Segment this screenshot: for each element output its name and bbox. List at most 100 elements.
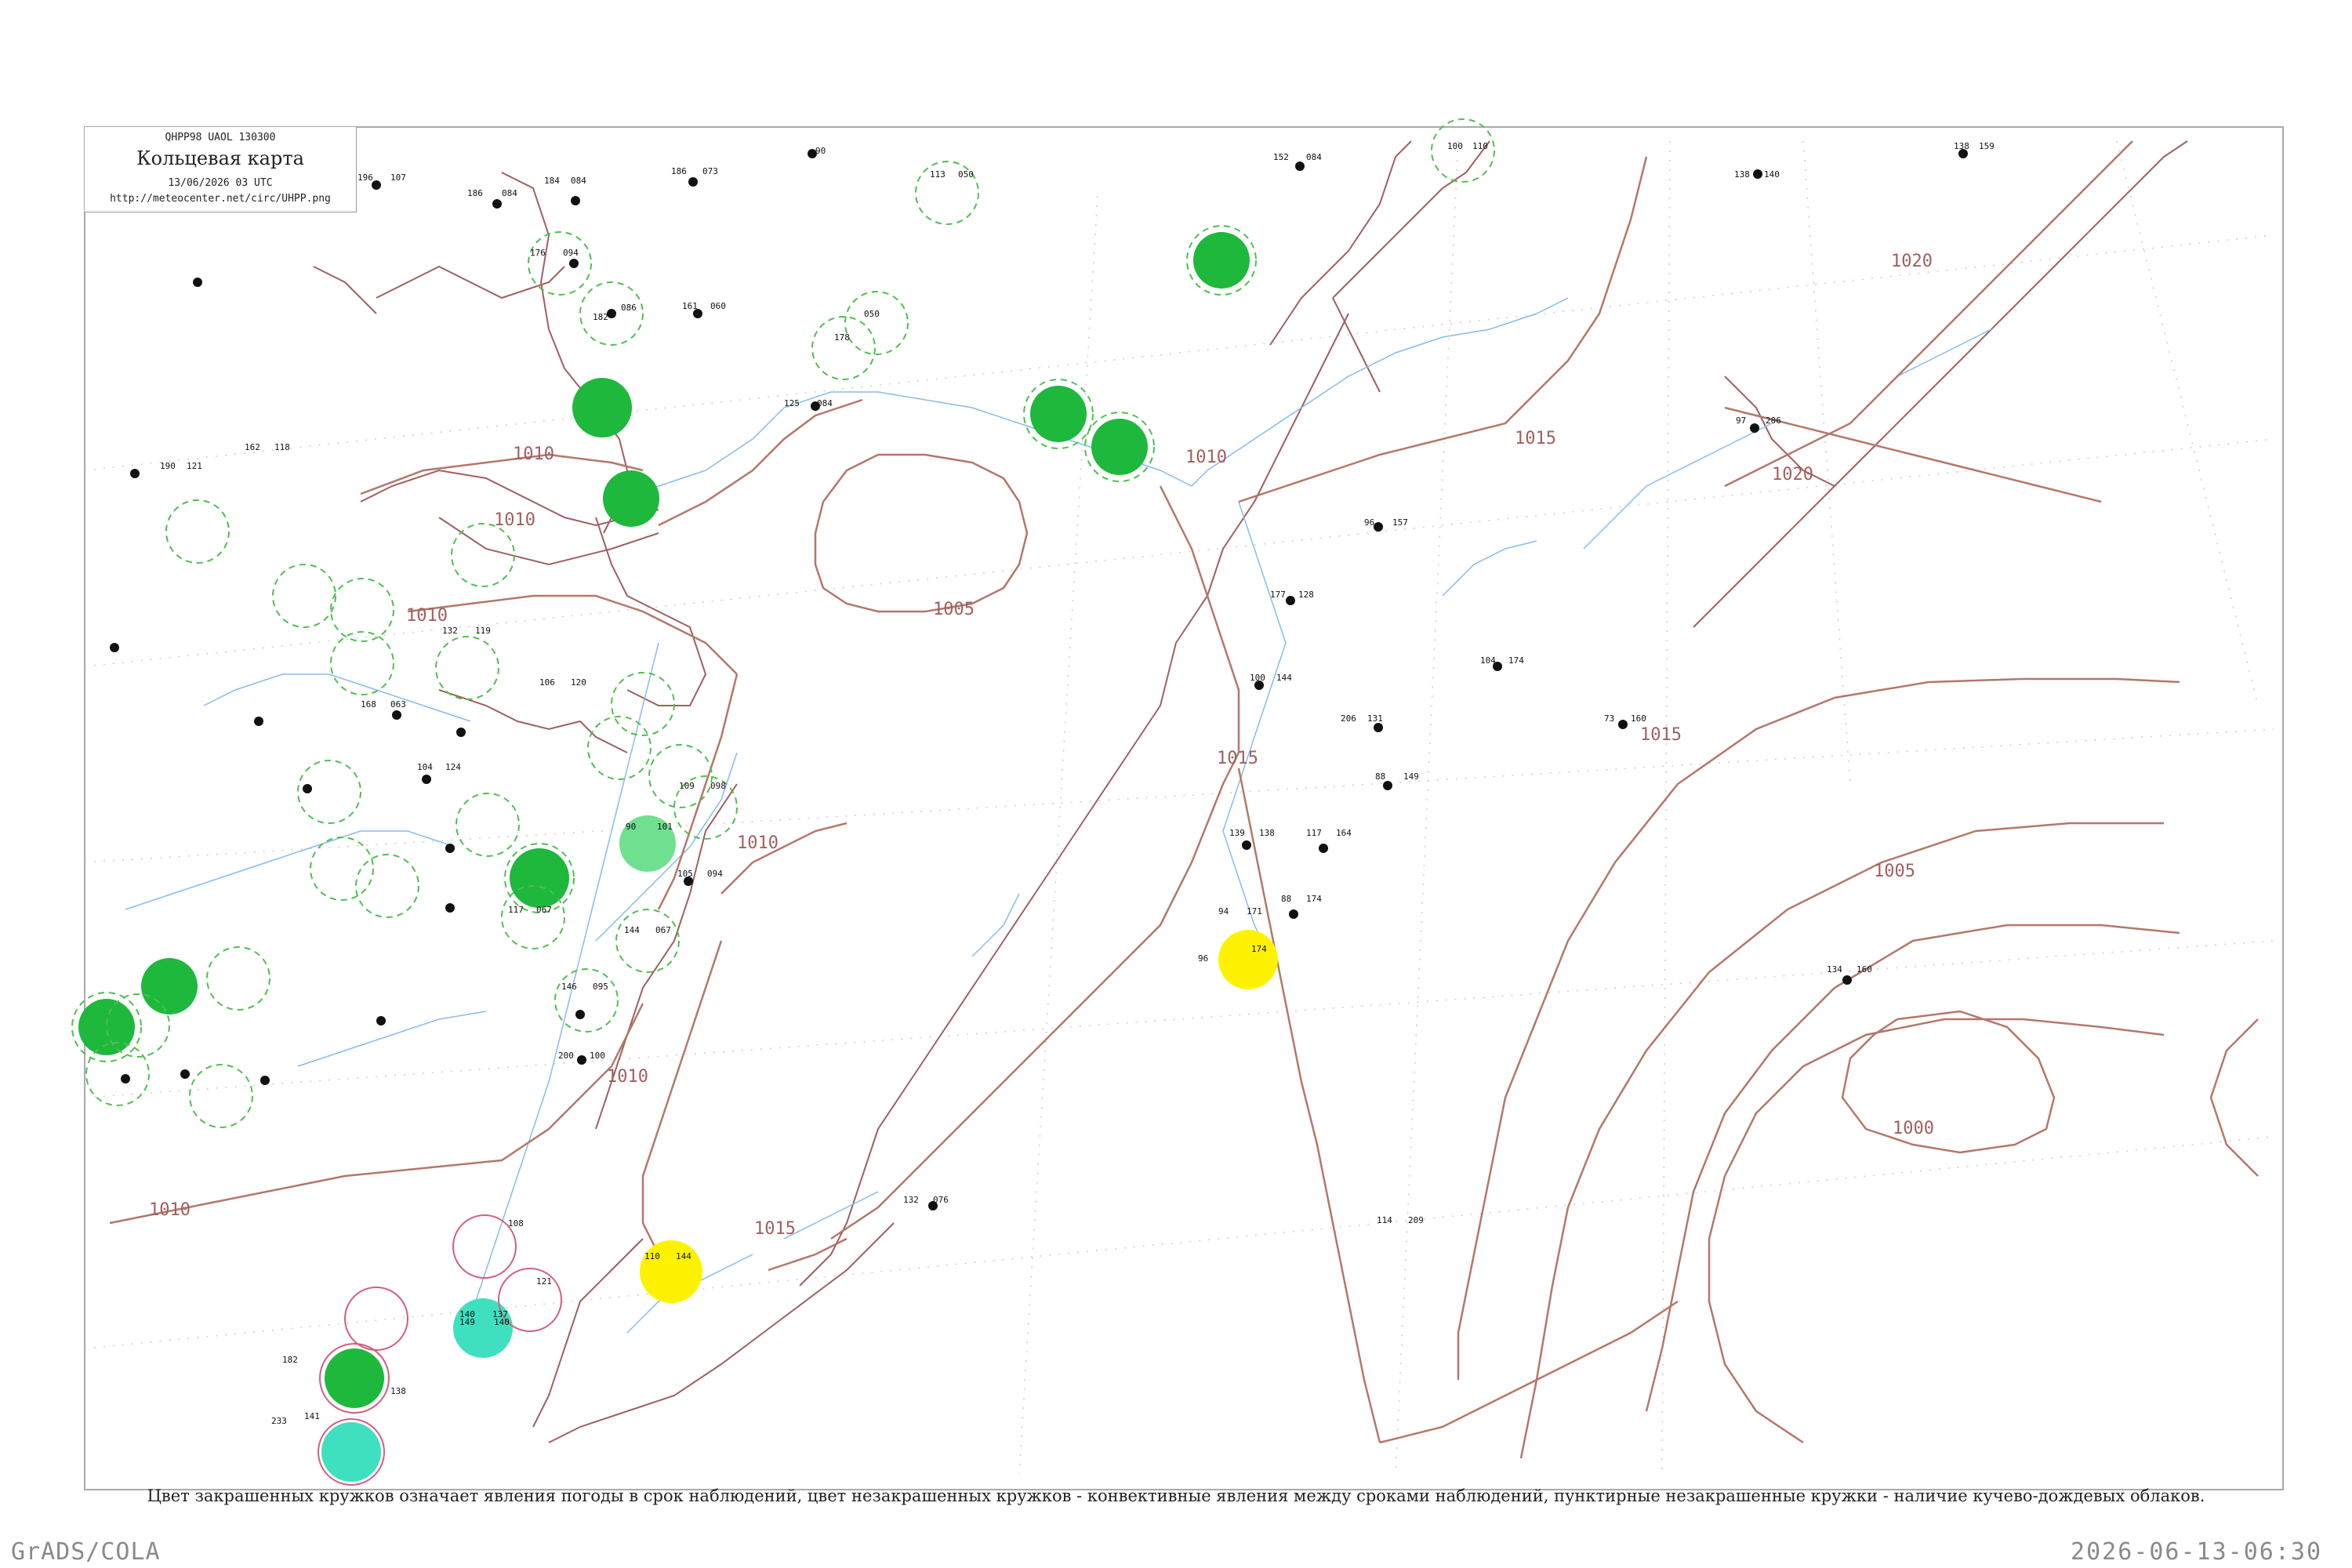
isobar-label: 1015 [1640,725,1682,745]
cb-circle[interactable] [435,636,499,700]
station-press: 110 [1472,141,1488,151]
isobar-label: 1010 [1185,448,1227,467]
station-dot[interactable] [110,643,119,652]
cb-circle[interactable] [451,523,515,587]
cb-circle[interactable] [844,291,909,355]
station-temp: 206 [1341,713,1356,724]
station-dot[interactable] [492,199,502,209]
station-dot[interactable] [121,1074,130,1083]
station-dot[interactable] [180,1069,190,1079]
station-press: 095 [593,982,608,992]
station-press: 160 [1857,964,1872,975]
station-dot[interactable] [1319,844,1328,853]
station-dot[interactable] [260,1076,270,1085]
convective-circle[interactable] [452,1214,517,1279]
station-temp: 200 [558,1051,574,1061]
station-press: 144 [1276,673,1292,683]
source-url[interactable]: http://meteocenter.net/circ/UHPP.png [85,193,356,205]
station-press: 060 [710,301,726,311]
station-circle-green[interactable] [1030,386,1087,442]
station-dot[interactable] [1383,781,1392,790]
station-dot[interactable] [422,775,431,784]
station-temp: 104 [1480,655,1496,666]
station-temp: 182 [593,312,608,322]
convective-circle[interactable] [344,1287,408,1351]
cb-circle[interactable] [206,946,270,1011]
station-dot[interactable] [193,278,202,287]
station-dot[interactable] [1242,840,1251,850]
station-temp: 178 [834,332,850,343]
isobar-label: 1015 [1217,749,1258,768]
station-temp: 100 [1447,141,1463,151]
station-circle-green[interactable] [141,958,198,1014]
isobar-label: 1010 [406,606,448,626]
station-circle-green[interactable] [78,999,135,1055]
station-dot[interactable] [1842,975,1852,985]
station-dot[interactable] [571,196,580,205]
station-press: 160 [1631,713,1646,724]
station-dot[interactable] [303,784,312,793]
station-circle-green[interactable] [325,1348,384,1408]
station-temp: 177 [1270,590,1286,600]
cb-circle[interactable] [615,909,680,973]
station-press: 209 [1408,1215,1424,1225]
station-dot[interactable] [688,177,698,187]
station-circle-green[interactable] [572,378,632,437]
station-temp: 88 [1281,894,1291,904]
station-dot[interactable] [1374,522,1383,532]
station-circle-yellow[interactable] [640,1240,702,1303]
station-press: 138 [390,1386,406,1396]
cb-circle[interactable] [456,793,520,857]
station-circle-cyan[interactable] [453,1298,513,1358]
station-dot[interactable] [376,1016,386,1025]
station-press: 067 [536,905,552,915]
station-dot[interactable] [1295,162,1305,171]
station-temp: 90 [626,822,636,832]
isobar-label: 1010 [737,833,779,853]
cb-circle[interactable] [355,854,419,918]
station-temp: 125 [784,398,800,408]
station-temp: 144 [624,925,640,935]
station-dot[interactable] [254,717,263,726]
station-circle-green[interactable] [1091,419,1148,475]
cb-circle[interactable] [189,1064,253,1128]
station-circle-green[interactable] [1193,232,1250,289]
station-dot[interactable] [1289,909,1298,919]
station-dot[interactable] [1618,720,1628,729]
station-dot[interactable] [445,903,455,913]
station-dot[interactable] [130,469,140,478]
station-dot[interactable] [392,710,401,720]
station-temp: 88 [1375,771,1385,782]
cb-circle[interactable] [811,316,876,380]
station-temp: 109 [679,781,695,791]
station-press: 128 [1298,590,1314,600]
station-press: 084 [817,398,833,408]
cb-circle[interactable] [272,564,336,628]
station-press: 050 [864,309,880,319]
isobar-label: 1015 [1515,429,1556,448]
station-temp: 161 [682,301,698,311]
station-dot[interactable] [575,1010,585,1019]
station-dot[interactable] [569,259,579,268]
isobar-label: 1010 [607,1067,648,1087]
station-dot[interactable] [1374,723,1383,732]
hydrography [125,297,1992,1334]
station-dot[interactable] [456,728,466,737]
station-temp: 90 [815,146,826,156]
station-dot[interactable] [445,844,455,853]
station-circle-green[interactable] [603,470,659,527]
station-circle-cyan[interactable] [321,1422,381,1482]
bulletin-code: QHPP98 UAOL 130300 [165,132,276,143]
cb-circle[interactable] [165,499,230,564]
station-temp: 73 [1604,713,1614,724]
station-dot[interactable] [1753,169,1762,179]
isobar-label: 1020 [1891,252,1933,271]
station-circle-yellow[interactable] [1218,930,1278,989]
station-temp: 132 [903,1195,919,1205]
station-circle-green[interactable] [510,848,569,908]
station-dot[interactable] [577,1055,586,1065]
station-dot[interactable] [1750,423,1759,433]
cb-circle[interactable] [554,968,619,1033]
station-dot[interactable] [1286,596,1295,605]
cb-circle[interactable] [310,837,374,901]
